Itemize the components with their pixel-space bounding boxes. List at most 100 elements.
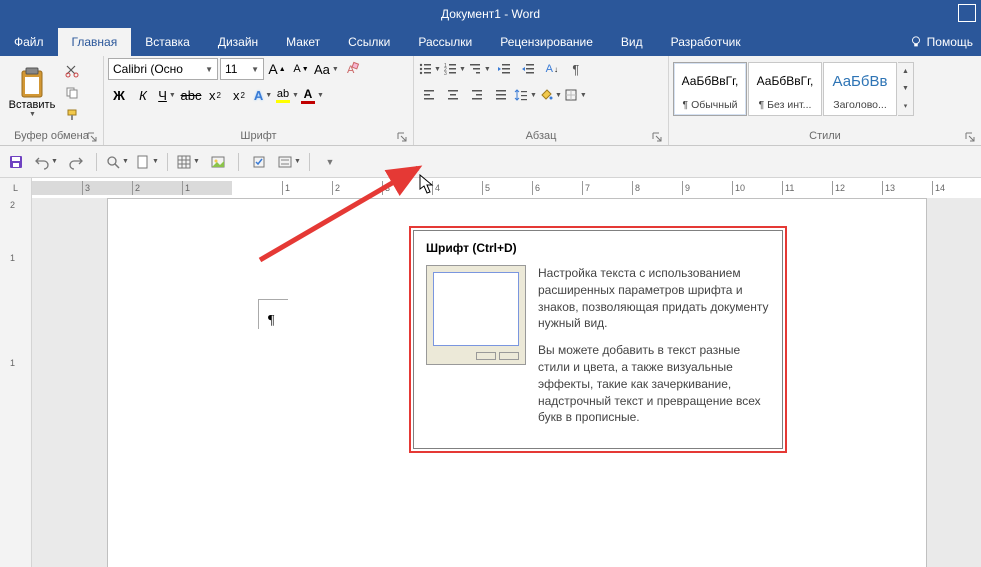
decrease-indent-button[interactable] [493,58,515,80]
font-color-button[interactable]: A▼ [301,84,324,106]
menu-view[interactable]: Вид [607,28,657,56]
align-right-button[interactable] [466,84,488,106]
menu-bar: Файл Главная Вставка Дизайн Макет Ссылки… [0,28,981,56]
clipboard-launcher[interactable] [85,130,99,144]
picture-button[interactable] [206,150,230,174]
bucket-icon [539,88,553,102]
multilevel-button[interactable]: ▼ [468,58,491,80]
ribbon-display-icon[interactable] [958,4,976,22]
copy-button[interactable] [62,84,82,102]
paste-button[interactable]: Вставить ▼ [4,58,60,127]
font-size-combo[interactable]: 11▼ [220,58,264,80]
menu-home[interactable]: Главная [58,28,132,56]
horizontal-ruler-row: L 321123456789101112131415 [0,178,981,198]
numbering-button[interactable]: 123▼ [443,58,466,80]
clear-formatting-button[interactable]: A [341,58,363,80]
window-title: Документ1 - Word [441,7,540,21]
menu-references[interactable]: Ссылки [334,28,404,56]
bullets-button[interactable]: ▼ [418,58,441,80]
svg-text:3: 3 [444,71,447,76]
style-normal[interactable]: АаБбВвГг, ¶ Обычный [673,62,747,116]
align-center-button[interactable] [442,84,464,106]
format-painter-button[interactable] [62,106,82,124]
vertical-ruler[interactable]: 2 1 1 [0,198,32,567]
outdent-icon [497,62,511,76]
bulb-icon [909,35,923,49]
form-button[interactable]: ▼ [277,150,301,174]
italic-button[interactable]: К [132,84,154,106]
change-case-button[interactable]: Aa▼ [314,58,339,80]
sort-button[interactable]: A↓ [541,58,563,80]
line-spacing-button[interactable]: ▼ [514,84,537,106]
show-marks-button[interactable]: ¶ [565,58,587,80]
new-doc-button[interactable]: ▼ [135,150,159,174]
underline-button[interactable]: Ч▼ [156,84,178,106]
grow-font-button[interactable]: A▲ [266,58,288,80]
title-bar: Документ1 - Word [0,0,981,28]
borders-icon [564,88,578,102]
superscript-button[interactable]: x2 [228,84,250,106]
menu-review[interactable]: Рецензирование [486,28,607,56]
shrink-font-button[interactable]: A▼ [290,58,312,80]
redo-icon [68,154,84,170]
magnifier-icon [105,154,121,170]
menu-mailings[interactable]: Рассылки [404,28,486,56]
tell-me[interactable]: Помощь [901,28,981,56]
spacing-icon [514,88,528,102]
clipboard-icon [17,67,47,99]
numbering-icon: 123 [443,62,457,76]
style-no-spacing[interactable]: АаБбВвГг, ¶ Без инт... [748,62,822,116]
style-heading1[interactable]: АаБбВв Заголово... [823,62,897,116]
checkbox-icon [251,154,267,170]
text-effects-button[interactable]: A▼ [252,84,274,106]
print-preview-button[interactable]: ▼ [105,150,129,174]
font-launcher[interactable] [395,130,409,144]
checkbox-button[interactable] [247,150,271,174]
highlight-button[interactable]: ab▼ [276,84,299,106]
align-left-icon [422,88,436,102]
picture-icon [210,154,226,170]
group-styles: АаБбВвГг, ¶ Обычный АаБбВвГг, ¶ Без инт.… [669,56,981,145]
ruler-corner: L [0,178,32,198]
increase-indent-button[interactable] [517,58,539,80]
menu-developer[interactable]: Разработчик [657,28,755,56]
undo-icon [34,154,50,170]
tooltip-title: Шрифт (Ctrl+D) [426,241,770,255]
borders-button[interactable]: ▼ [564,84,587,106]
cut-button[interactable] [62,62,82,80]
save-button[interactable] [4,150,28,174]
align-center-icon [446,88,460,102]
bullets-icon [418,62,432,76]
tooltip-text: Настройка текста с использованием расшир… [538,265,770,436]
subscript-button[interactable]: x2 [204,84,226,106]
strikethrough-button[interactable]: abc [180,84,202,106]
copy-icon [65,86,79,100]
page-icon [135,154,151,170]
multilevel-icon [468,62,482,76]
tooltip-thumbnail [426,265,526,365]
paragraph-mark: ¶ [268,313,274,329]
menu-file[interactable]: Файл [0,28,58,56]
redo-button[interactable] [64,150,88,174]
table-button[interactable]: ▼ [176,150,200,174]
font-dialog-tooltip: Шрифт (Ctrl+D) Настройка текста с исполь… [413,230,783,449]
menu-design[interactable]: Дизайн [204,28,272,56]
scissors-icon [65,64,79,78]
font-name-combo[interactable]: Calibri (Осно▼ [108,58,218,80]
justify-button[interactable] [490,84,512,106]
brush-icon [65,108,79,122]
align-left-button[interactable] [418,84,440,106]
menu-insert[interactable]: Вставка [131,28,204,56]
horizontal-ruler[interactable]: 321123456789101112131415 [32,178,981,198]
paragraph-launcher[interactable] [650,130,664,144]
styles-gallery-more[interactable]: ▲▼▾ [898,62,914,116]
customize-qat[interactable]: ▼ [318,150,342,174]
undo-button[interactable]: ▼ [34,150,58,174]
bold-button[interactable]: Ж [108,84,130,106]
shading-button[interactable]: ▼ [539,84,562,106]
indent-icon [521,62,535,76]
align-right-icon [470,88,484,102]
menu-layout[interactable]: Макет [272,28,334,56]
justify-icon [494,88,508,102]
styles-launcher[interactable] [963,130,977,144]
